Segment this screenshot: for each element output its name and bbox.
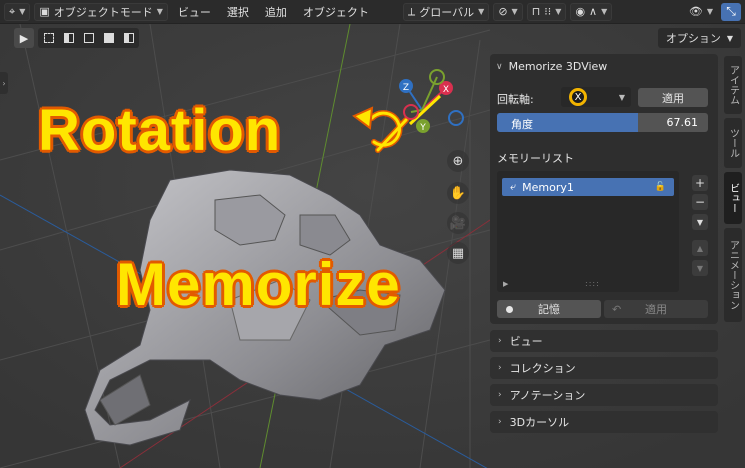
object-mode-icon: ▣ — [39, 5, 50, 18]
panel-title: Memorize 3DView — [508, 60, 608, 73]
tool-row: ▶ — [0, 27, 139, 49]
memory-item-name: Memory1 — [522, 180, 574, 194]
visibility-toggle[interactable]: 👁 ▼ — [685, 3, 717, 21]
view-orientation-icon: ⤶ — [510, 180, 517, 193]
rotation-axis-select[interactable]: X ▼ — [561, 87, 631, 107]
add-memory-button[interactable]: + — [692, 175, 708, 191]
menu-add[interactable]: 追加 — [259, 3, 293, 21]
transform-orientation-icon: ⟂ — [407, 4, 416, 18]
toolbar-toggle-handle[interactable]: › — [0, 72, 8, 94]
zoom-icon[interactable]: ⊕ — [447, 150, 469, 172]
mode-label: オブジェクトモード — [53, 5, 153, 19]
sub-panel-view[interactable]: › ビュー — [490, 330, 718, 352]
memorize-button-label: 記憶 — [538, 303, 560, 316]
viewport-header: ⌖ ▼ ▣ オブジェクトモード ▼ ビュー 選択 追加 オブジェクト ⟂ グローバル ▼ … — [0, 0, 745, 24]
angle-slider[interactable]: 角度 67.61 — [497, 113, 708, 132]
snap-icon: ⊓ — [531, 5, 541, 18]
sub-panel-label: コレクション — [509, 362, 576, 375]
angle-value: 67.61 — [666, 116, 699, 129]
panel-header[interactable]: ∨ Memorize 3DView — [496, 60, 607, 73]
memorize-3dview-panel: ∨ Memorize 3DView 回転軸: X ▼ 適用 角度 67.61 メモ… — [490, 54, 718, 324]
chevron-right-icon: › — [498, 363, 502, 373]
sidebar-panel: ∨ Memorize 3DView 回転軸: X ▼ 適用 角度 67.61 メモ… — [490, 54, 720, 468]
memorize-overlay-text: Memorize — [116, 251, 401, 318]
tab-tool[interactable]: ツール — [724, 118, 742, 168]
axis-x-badge: X — [569, 88, 587, 106]
pan-hand-icon[interactable]: ✋ — [447, 182, 469, 204]
resize-grip-icon[interactable]: :::: — [585, 279, 600, 288]
sub-panel-label: 3Dカーソル — [509, 416, 570, 429]
chevron-right-icon: › — [498, 417, 502, 427]
remove-memory-button[interactable]: − — [692, 194, 708, 210]
chevron-down-icon: ▼ — [618, 92, 625, 102]
selection-mode-group — [38, 28, 139, 48]
apply-memory-label: 適用 — [645, 303, 667, 316]
proportional-edit-toggle[interactable]: ◉ ∧ ▼ — [570, 2, 613, 21]
tab-animation[interactable]: アニメーション — [724, 228, 742, 322]
gizmo-icon: ⤡ — [726, 4, 736, 18]
select-intersect-icon[interactable] — [119, 29, 138, 47]
apply-button[interactable]: 適用 — [638, 88, 708, 107]
svg-text:X: X — [443, 85, 449, 95]
sub-panel-annotation[interactable]: › アノテーション — [490, 384, 718, 406]
rotation-axis-label: 回転軸: — [497, 93, 534, 106]
menu-object[interactable]: オブジェクト — [297, 3, 375, 21]
menu-select[interactable]: 選択 — [221, 3, 255, 21]
sub-panel-label: ビュー — [509, 335, 543, 348]
tab-item[interactable]: アイテム — [724, 56, 742, 114]
orientation-select[interactable]: ⟂ グローバル ▼ — [402, 2, 490, 21]
select-tool-button[interactable]: ▶ — [14, 28, 34, 48]
move-down-button[interactable]: ▼ — [692, 260, 708, 276]
apply-memory-button[interactable]: ↶ 適用 — [604, 300, 708, 318]
svg-text:Z: Z — [403, 83, 409, 93]
eye-icon: 👁 — [688, 5, 703, 18]
select-subtract-icon[interactable] — [79, 29, 98, 47]
chevron-right-icon: › — [498, 336, 502, 346]
grid-perspective-icon[interactable]: ▦ — [447, 242, 469, 264]
tab-view[interactable]: ビュー — [724, 172, 742, 224]
sub-panel-label: アノテーション — [509, 389, 586, 402]
mode-select[interactable]: ▣ オブジェクトモード ▼ — [34, 2, 168, 21]
pivot-select[interactable]: ⊘ ▼ — [493, 2, 523, 21]
undo-icon: ↶ — [612, 302, 622, 316]
sub-panel-collection[interactable]: › コレクション — [490, 357, 718, 379]
list-menu-button[interactable]: ▼ — [692, 214, 708, 230]
angle-label: 角度 — [511, 118, 533, 131]
move-up-button[interactable]: ▲ — [692, 240, 708, 256]
memorize-button[interactable]: 記憶 — [497, 300, 601, 318]
record-dot-icon — [506, 305, 513, 313]
memory-list-title: メモリーリスト — [497, 152, 574, 165]
rotation-overlay-text: Rotation — [38, 98, 282, 163]
chevron-right-icon: › — [498, 390, 502, 400]
list-item[interactable]: ⤶ Memory1 🔓 — [502, 178, 674, 196]
menu-view[interactable]: ビュー — [172, 3, 217, 21]
options-dropdown[interactable]: オプション ▼ — [657, 28, 741, 48]
chevron-down-icon: ∨ — [496, 61, 503, 72]
options-label: オプション — [665, 32, 721, 45]
memory-list[interactable]: ⤶ Memory1 🔓 ▶ :::: — [497, 171, 679, 292]
camera-icon[interactable]: 🎥 — [447, 212, 469, 234]
gizmo-toggle[interactable]: ⤡ — [721, 2, 741, 21]
cursor-icon: ▶ — [19, 31, 29, 45]
editor-type-icon: ⌖ — [9, 4, 16, 18]
select-extend-icon[interactable] — [59, 29, 78, 47]
svg-text:Y: Y — [419, 123, 426, 133]
select-invert-icon[interactable] — [99, 29, 118, 47]
expand-icon[interactable]: ▶ — [503, 280, 508, 288]
sub-panel-3d-cursor[interactable]: › 3Dカーソル — [490, 411, 718, 433]
snap-toggle[interactable]: ⊓ ⁝⁝ ▼ — [526, 2, 567, 21]
proportional-icon: ◉ — [575, 5, 586, 18]
orientation-label: グローバル — [419, 5, 475, 19]
editor-type-button[interactable]: ⌖ ▼ — [4, 2, 31, 21]
unlock-icon[interactable]: 🔓 — [655, 182, 666, 192]
select-new-icon[interactable] — [39, 29, 58, 47]
pivot-icon: ⊘ — [498, 5, 508, 18]
